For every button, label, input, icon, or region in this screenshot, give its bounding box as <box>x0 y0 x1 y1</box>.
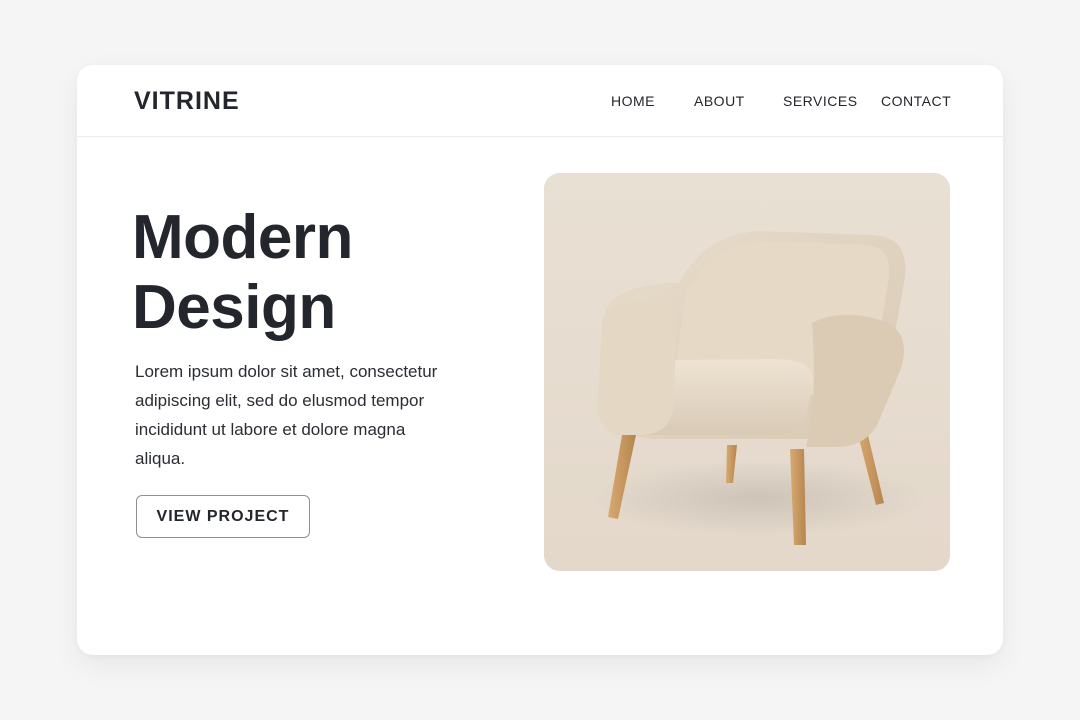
nav-link-home[interactable]: HOME <box>611 93 655 109</box>
hero-headline-line-1: Modern <box>132 203 353 272</box>
hero-headline: Modern Design <box>132 203 353 343</box>
nav-link-contact[interactable]: CONTACT <box>881 93 951 109</box>
navbar: VITRINE HOME ABOUT SERVICES CONTACT <box>77 65 1003 137</box>
brand-logo[interactable]: VITRINE <box>134 87 240 115</box>
page: VITRINE HOME ABOUT SERVICES CONTACT Mode… <box>0 0 1080 720</box>
hero-description: Lorem ipsum dolor sit amet, consectetur … <box>135 362 438 468</box>
nav-link-services[interactable]: SERVICES <box>783 93 858 109</box>
armchair-image <box>544 173 950 571</box>
website-card: VITRINE HOME ABOUT SERVICES CONTACT Mode… <box>77 65 1003 655</box>
view-project-button[interactable]: VIEW PROJECT <box>136 495 310 538</box>
hero-headline-line-2: Design <box>132 273 336 342</box>
armchair-illustration <box>544 173 950 571</box>
nav-link-about[interactable]: ABOUT <box>694 93 745 109</box>
